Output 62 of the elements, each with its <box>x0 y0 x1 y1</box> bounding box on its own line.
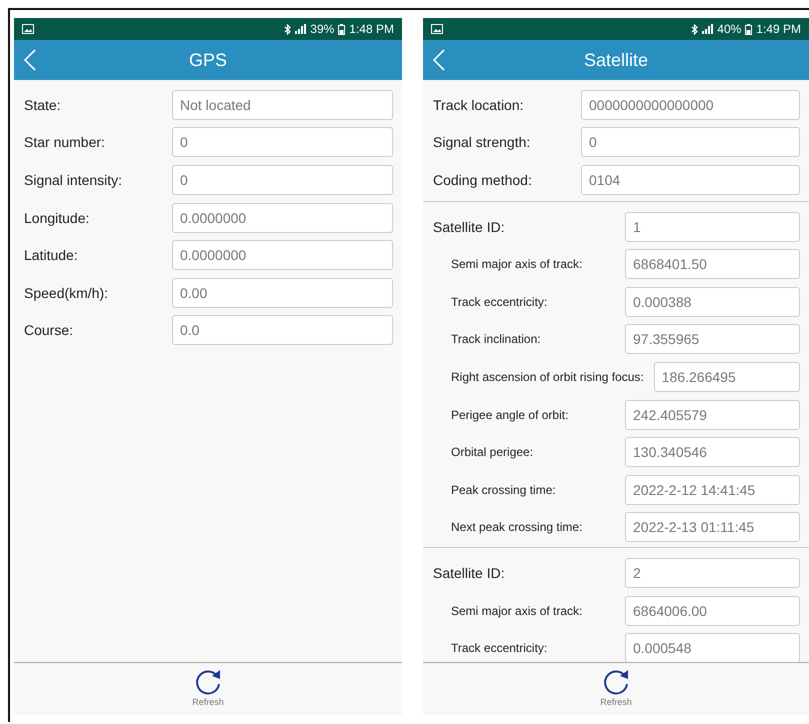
field-label: Signal strength: <box>433 134 532 150</box>
back-icon[interactable] <box>24 49 36 71</box>
input-field[interactable]: 1 <box>625 212 800 242</box>
refresh-button[interactable]: Refresh <box>192 663 224 715</box>
field-label: Satellite ID: <box>433 218 506 235</box>
input-field[interactable]: 0.00 <box>172 278 393 308</box>
input-field[interactable]: 0 <box>581 127 800 158</box>
field-label: Course: <box>24 322 74 338</box>
screen-title: GPS <box>188 50 227 70</box>
field-label: Speed(km/h): <box>24 284 110 301</box>
battery-percent: 39% <box>310 22 334 36</box>
field-label: Right ascension of orbit rising focus: <box>451 370 644 384</box>
field-label: Track eccentricity: <box>451 641 548 656</box>
signal-icon <box>295 24 306 34</box>
input-field[interactable]: 186.266495 <box>654 362 800 392</box>
battery-percent: 40% <box>717 22 742 36</box>
battery-icon <box>745 24 752 34</box>
field-label: Track location: <box>433 96 525 113</box>
input-field[interactable]: 0.000548 <box>625 633 800 662</box>
field-label: Track eccentricity: <box>451 294 548 309</box>
field-label: Longitude: <box>24 210 90 226</box>
field-label: Semi major axis of track: <box>451 257 584 272</box>
field-label: Track inclination: <box>451 332 542 346</box>
field-label: Perigee angle of orbit: <box>451 408 570 422</box>
input-field[interactable]: 0.0000000 <box>172 202 393 233</box>
input-field[interactable]: 0.0 <box>172 315 393 346</box>
bluetooth-icon <box>284 24 292 34</box>
field-label: State: <box>24 96 62 113</box>
field-label: Semi major axis of track: <box>451 604 584 618</box>
input-field[interactable]: 0.0000000 <box>172 240 393 270</box>
input-field[interactable]: 130.340546 <box>625 437 800 468</box>
battery-icon <box>338 24 346 34</box>
status-time: 1:49 PM <box>756 22 801 36</box>
input-field[interactable]: 0000000000000000 <box>581 90 800 120</box>
field-label: Latitude: <box>24 247 79 264</box>
input-field[interactable]: 2022-2-12 14:41:45 <box>625 474 800 505</box>
image-icon <box>22 24 34 34</box>
status-time: 1:48 PM <box>349 22 394 36</box>
image-icon <box>431 24 443 34</box>
input-field[interactable]: 0 <box>172 127 393 158</box>
input-field[interactable]: 2 <box>625 558 800 588</box>
signal-icon <box>702 24 714 34</box>
bluetooth-icon <box>691 24 698 34</box>
field-label: Signal intensity: <box>24 172 124 188</box>
input-field[interactable]: 6868401.50 <box>625 249 800 280</box>
input-field[interactable]: 97.355965 <box>625 324 800 354</box>
input-field[interactable]: 2022-2-13 01:11:45 <box>625 512 800 542</box>
input-field[interactable]: 242.405579 <box>625 400 800 430</box>
input-field[interactable]: 6864006.00 <box>625 596 800 626</box>
field-label: Satellite ID: <box>433 564 506 581</box>
field-label: Coding method: <box>433 172 533 188</box>
refresh-button[interactable]: Refresh <box>600 663 632 715</box>
input-field[interactable]: 0.000388 <box>625 286 800 317</box>
back-icon[interactable] <box>433 49 445 71</box>
field-label: Orbital perigee: <box>451 445 534 460</box>
input-field[interactable]: 0 <box>172 164 393 195</box>
field-label: Peak crossing time: <box>451 482 557 497</box>
input-field[interactable]: Not located <box>172 90 393 120</box>
input-field[interactable]: 0104 <box>581 164 800 195</box>
field-label: Star number: <box>24 134 106 150</box>
screen-title: Satellite <box>584 50 648 70</box>
field-label: Next peak crossing time: <box>451 520 584 534</box>
